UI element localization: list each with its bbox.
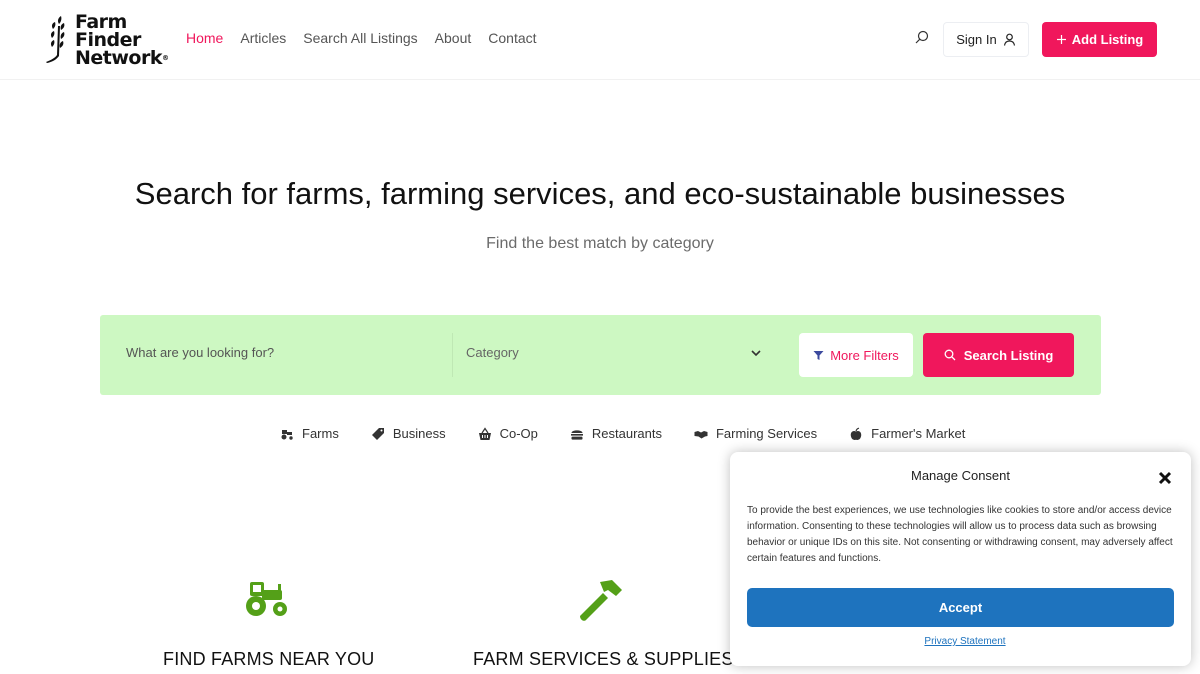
search-panel: Category More Filters Search Listing bbox=[100, 315, 1101, 395]
wheat-icon bbox=[46, 16, 65, 63]
category-select[interactable]: Category bbox=[466, 345, 766, 360]
filter-icon bbox=[813, 350, 824, 360]
add-listing-button[interactable]: Add Listing bbox=[1042, 22, 1157, 57]
nav-articles[interactable]: Articles bbox=[240, 30, 286, 46]
plus-icon bbox=[1056, 35, 1066, 44]
apple-icon bbox=[850, 427, 862, 440]
nav-about[interactable]: About bbox=[435, 30, 472, 46]
add-listing-label: Add Listing bbox=[1071, 32, 1144, 47]
category-link-label: Restaurants bbox=[591, 426, 662, 441]
category-link-business[interactable]: Business bbox=[371, 426, 446, 441]
consent-dialog: Manage Consent To provide the best exper… bbox=[730, 452, 1191, 666]
consent-text: To provide the best experiences, we use … bbox=[747, 505, 1173, 564]
burger-icon bbox=[570, 429, 583, 440]
tractor-icon bbox=[281, 429, 293, 440]
main-nav: Home Articles Search All Listings About … bbox=[186, 30, 554, 46]
nav-contact[interactable]: Contact bbox=[488, 30, 536, 46]
sign-in-label: Sign In bbox=[956, 32, 997, 47]
hammer-icon bbox=[580, 580, 622, 621]
user-icon bbox=[1003, 33, 1015, 46]
search-input[interactable] bbox=[126, 345, 426, 360]
category-link-farmers-market[interactable]: Farmer's Market bbox=[849, 426, 965, 441]
category-link-label: Farming Services bbox=[715, 426, 818, 441]
more-filters-button[interactable]: More Filters bbox=[799, 333, 913, 377]
category-link-farming-services[interactable]: Farming Services bbox=[694, 426, 817, 441]
basket-icon bbox=[478, 426, 491, 440]
site-logo[interactable]: Farm Finder Network® bbox=[44, 12, 169, 68]
feature-title-farms: FIND FARMS NEAR YOU bbox=[163, 649, 375, 669]
consent-title: Manage Consent bbox=[910, 468, 1010, 483]
handshake-icon bbox=[694, 430, 708, 438]
search-icon[interactable] bbox=[912, 28, 932, 48]
tractor-icon bbox=[246, 582, 287, 616]
more-filters-label: More Filters bbox=[830, 347, 899, 363]
search-listing-button[interactable]: Search Listing bbox=[923, 333, 1074, 377]
category-link-label: Co-Op bbox=[499, 426, 538, 441]
page-title: Search for farms, farming services, and … bbox=[134, 176, 1066, 211]
nav-home[interactable]: Home bbox=[186, 30, 223, 46]
chevron-down-icon[interactable] bbox=[750, 347, 762, 359]
category-link-label: Business bbox=[392, 426, 446, 441]
feature-title-services: FARM SERVICES & SUPPLIES bbox=[473, 649, 734, 669]
page-subtitle: Find the best match by category bbox=[486, 235, 714, 252]
logo-line-3: Network® bbox=[75, 47, 169, 69]
accept-button[interactable]: Accept bbox=[747, 588, 1174, 627]
category-link-farms[interactable]: Farms bbox=[280, 426, 339, 441]
site-header: Farm Finder Network® Home Articles Searc… bbox=[0, 0, 1200, 80]
sign-in-button[interactable]: Sign In bbox=[943, 22, 1029, 57]
tag-icon bbox=[371, 427, 384, 440]
category-link-restaurants[interactable]: Restaurants bbox=[570, 426, 662, 441]
category-link-label: Farms bbox=[302, 426, 339, 441]
nav-search-all-listings[interactable]: Search All Listings bbox=[303, 30, 417, 46]
privacy-statement-link[interactable]: Privacy Statement bbox=[730, 636, 1200, 647]
search-divider bbox=[452, 333, 453, 377]
search-icon bbox=[944, 349, 956, 361]
category-link-co-op[interactable]: Co-Op bbox=[478, 426, 538, 441]
category-link-label: Farmer's Market bbox=[871, 426, 966, 441]
logo-text: Farm Finder Network® bbox=[75, 13, 169, 69]
close-icon[interactable] bbox=[1156, 469, 1174, 487]
search-listing-label: Search Listing bbox=[963, 347, 1054, 363]
category-links: Farms Business Co-Op Restaurants Farming… bbox=[280, 426, 997, 441]
